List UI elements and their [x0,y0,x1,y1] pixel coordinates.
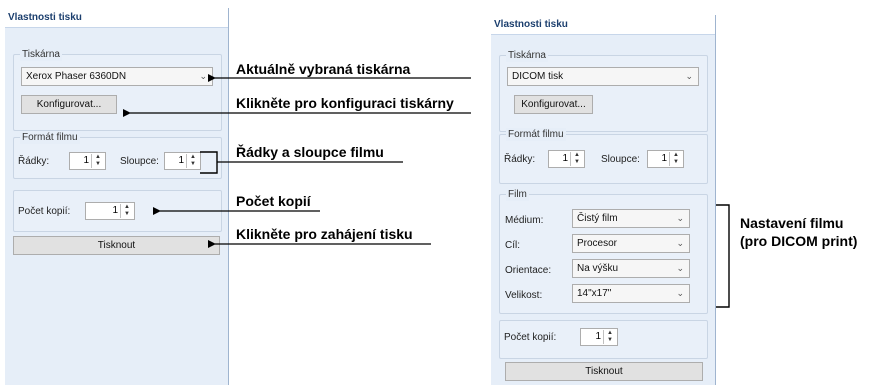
annotation-copies: Počet kopií [236,193,311,209]
annotation-configure: Klikněte pro konfiguraci tiskárny [236,95,454,111]
annotation-lines [123,74,730,308]
annotation-print: Klikněte pro zahájení tisku [236,226,413,242]
annotation-film-line1: Nastavení filmu [740,215,844,231]
rows-cols-bracket [200,151,218,174]
annotation-printer: Aktuálně vybraná tiskárna [236,61,411,77]
annotation-rows-cols: Řádky a sloupce filmu [236,144,384,160]
film-bracket [716,204,730,308]
annotation-film-line2: (pro DICOM print) [740,233,858,249]
